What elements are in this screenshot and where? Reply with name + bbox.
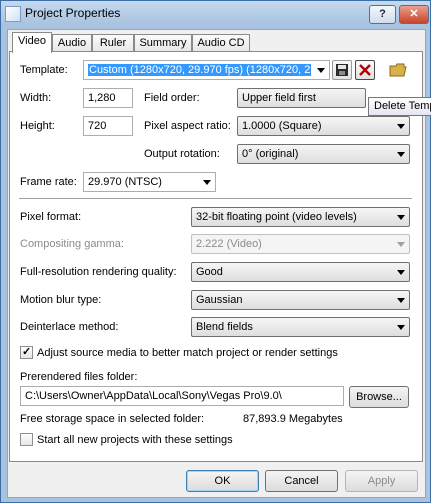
start-all-checkbox[interactable]	[20, 433, 33, 446]
height-label: Height:	[20, 120, 55, 132]
height-input[interactable]: 720	[83, 116, 133, 136]
output-rotation-label: Output rotation:	[144, 148, 220, 160]
help-button[interactable]: ?	[369, 5, 396, 24]
compositing-gamma-label: Compositing gamma:	[20, 238, 124, 250]
free-storage-value: 87,893.9 Megabytes	[243, 413, 343, 425]
field-order-value: Upper field first	[242, 92, 316, 104]
chevron-down-icon	[397, 152, 405, 157]
save-icon	[336, 64, 348, 76]
compositing-gamma-select: 2.222 (Video)	[191, 234, 410, 254]
motion-blur-label: Motion blur type:	[20, 294, 102, 306]
chevron-down-icon	[397, 270, 405, 275]
deinterlace-value: Blend fields	[196, 321, 253, 333]
field-order-select[interactable]: Upper field first	[237, 88, 366, 108]
tab-audio[interactable]: Audio	[52, 34, 92, 52]
template-value: Custom (1280x720, 29.970 fps) (1280x720,…	[88, 64, 312, 76]
output-rotation-value: 0° (original)	[242, 148, 299, 160]
pixel-format-label: Pixel format:	[20, 211, 82, 223]
browse-button[interactable]: Browse...	[349, 386, 409, 408]
window-title: Project Properties	[25, 6, 121, 20]
template-combo[interactable]: Custom (1280x720, 29.970 fps) (1280x720,…	[83, 60, 330, 80]
cancel-button[interactable]: Cancel	[265, 470, 338, 492]
frame-rate-select[interactable]: 29.970 (NTSC)	[83, 172, 216, 192]
compositing-gamma-value: 2.222 (Video)	[196, 238, 262, 250]
chevron-down-icon	[397, 298, 405, 303]
chevron-down-icon	[317, 68, 325, 73]
chevron-down-icon	[397, 242, 405, 247]
motion-blur-select[interactable]: Gaussian	[191, 290, 410, 310]
tab-audio-cd[interactable]: Audio CD	[192, 34, 250, 52]
pixel-format-select[interactable]: 32-bit floating point (video levels)	[191, 207, 410, 227]
tab-summary[interactable]: Summary	[134, 34, 192, 52]
folder-icon	[389, 63, 407, 77]
adjust-source-checkbox[interactable]: ✓	[20, 346, 33, 359]
template-label: Template:	[20, 64, 68, 76]
render-quality-select[interactable]: Good	[191, 262, 410, 282]
close-button[interactable]: ✕	[399, 5, 429, 24]
prerendered-label: Prerendered files folder:	[20, 371, 138, 383]
delete-template-button[interactable]	[355, 60, 375, 80]
delete-icon	[359, 64, 371, 76]
deinterlace-label: Deinterlace method:	[20, 321, 119, 333]
app-icon	[5, 6, 21, 22]
pixel-format-value: 32-bit floating point (video levels)	[196, 211, 357, 223]
free-storage-label: Free storage space in selected folder:	[20, 413, 205, 425]
deinterlace-select[interactable]: Blend fields	[191, 317, 410, 337]
render-quality-label: Full-resolution rendering quality:	[20, 266, 177, 278]
start-all-label[interactable]: Start all new projects with these settin…	[37, 434, 233, 446]
title-bar[interactable]: Project Properties ? ✕	[1, 1, 430, 25]
render-quality-value: Good	[196, 266, 223, 278]
checkmark-icon: ✓	[22, 346, 32, 358]
save-template-button[interactable]	[332, 60, 352, 80]
pixel-aspect-label: Pixel aspect ratio:	[144, 120, 231, 132]
width-input[interactable]: 1,280	[83, 88, 133, 108]
chevron-down-icon	[397, 325, 405, 330]
width-label: Width:	[20, 92, 52, 104]
divider	[19, 198, 412, 200]
apply-button[interactable]: Apply	[345, 470, 418, 492]
ok-button[interactable]: OK	[186, 470, 259, 492]
tab-ruler[interactable]: Ruler	[92, 34, 134, 52]
open-folder-button[interactable]	[388, 60, 408, 80]
tab-video[interactable]: Video	[12, 32, 52, 53]
field-order-label: Field order:	[144, 92, 200, 104]
adjust-source-label[interactable]: Adjust source media to better match proj…	[37, 347, 338, 359]
chevron-down-icon	[203, 180, 211, 185]
chevron-down-icon	[397, 215, 405, 220]
output-rotation-select[interactable]: 0° (original)	[237, 144, 410, 164]
delete-template-tooltip: Delete Template	[368, 97, 431, 116]
frame-rate-value: 29.970 (NTSC)	[88, 176, 162, 188]
chevron-down-icon	[397, 124, 405, 129]
motion-blur-value: Gaussian	[196, 294, 243, 306]
pixel-aspect-value: 1.0000 (Square)	[242, 120, 322, 132]
prerendered-folder-input[interactable]: C:\Users\Owner\AppData\Local\Sony\Vegas …	[20, 386, 344, 406]
frame-rate-label: Frame rate:	[20, 176, 77, 188]
pixel-aspect-select[interactable]: 1.0000 (Square)	[237, 116, 410, 136]
